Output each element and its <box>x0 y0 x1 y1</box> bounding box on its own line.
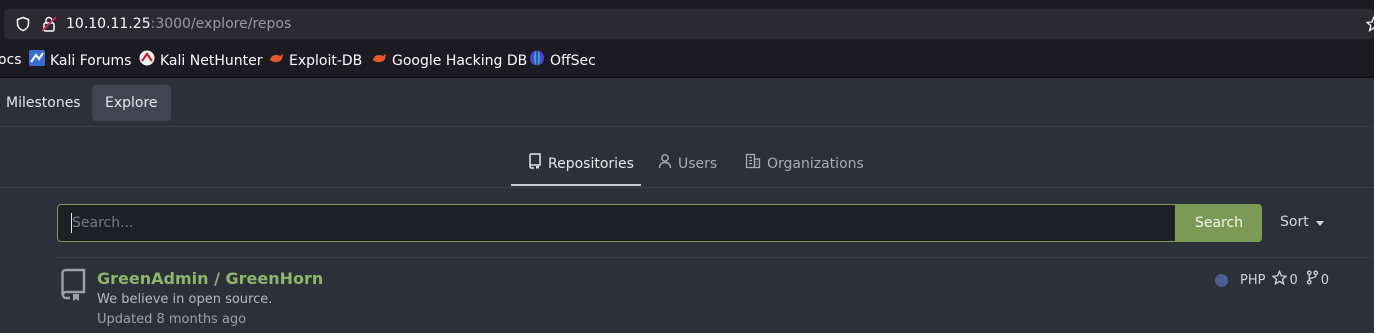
tab-users[interactable]: Users <box>658 154 717 174</box>
list-divider <box>57 257 1374 258</box>
fork-count[interactable]: 0 <box>1321 272 1329 290</box>
search-input[interactable] <box>57 204 1176 242</box>
bookmark-label: OffSec <box>550 53 596 69</box>
repo-tab-icon <box>528 153 548 175</box>
bookmark-label: Google Hacking DB <box>392 53 528 69</box>
bookmark-exploit-db[interactable]: Exploit-DB <box>268 50 362 72</box>
bookmark-kali-nethunter[interactable]: Kali NetHunter <box>139 50 262 72</box>
top-navbar: Milestones Explore <box>0 78 1374 127</box>
bookmark-label: ocs <box>0 52 22 68</box>
repo-language: PHP <box>1240 272 1266 288</box>
google-hacking-db-icon <box>371 50 392 72</box>
bookmarks-toolbar: ocs Kali Forums Kali NetHunter Exploit-D… <box>0 42 1374 78</box>
bookmark-google-hacking-db[interactable]: Google Hacking DB <box>371 50 527 72</box>
fork-icon[interactable] <box>1306 270 1319 291</box>
star-icon[interactable] <box>1365 15 1374 37</box>
offsec-icon <box>529 50 550 72</box>
repo-updated-time: Updated 8 months ago <box>97 312 247 327</box>
url-text: 10.10.11.25:3000/explore/repos <box>66 15 291 33</box>
bookmark-docs[interactable]: ocs <box>0 50 22 70</box>
active-tab-indicator <box>511 184 641 186</box>
tab-label: Users <box>678 156 718 172</box>
repo-icon <box>59 268 87 306</box>
tab-label: Organizations <box>767 156 864 172</box>
lock-icon[interactable] <box>41 15 57 37</box>
repo-title-link[interactable]: GreenAdmin / GreenHorn <box>97 269 323 289</box>
text-caret <box>71 213 72 233</box>
address-field[interactable]: 10.10.11.25:3000/explore/repos <box>4 9 1374 39</box>
repo-description: We believe in open source. <box>97 292 273 307</box>
caret-down-icon <box>1309 214 1324 230</box>
tab-organizations[interactable]: Organizations <box>745 153 864 175</box>
exploit-db-icon <box>268 50 289 72</box>
kali-nethunter-icon <box>139 50 160 72</box>
url-host: 10.10.11.25 <box>66 16 151 32</box>
tab-repositories[interactable]: Repositories <box>528 153 634 175</box>
bookmark-kali-forums[interactable]: Kali Forums <box>29 50 131 72</box>
bookmark-label: Kali Forums <box>50 53 132 69</box>
nav-milestones[interactable]: Milestones <box>6 85 81 121</box>
kali-forums-icon <box>29 50 50 72</box>
sort-label: Sort <box>1280 214 1309 230</box>
star-icon[interactable] <box>1271 269 1289 291</box>
person-icon <box>658 153 678 175</box>
repo-meta: PHP 0 0 <box>1215 269 1337 291</box>
bookmark-offsec[interactable]: OffSec <box>529 50 596 72</box>
star-count[interactable]: 0 <box>1289 272 1297 290</box>
organization-icon <box>745 153 767 175</box>
tab-label: Repositories <box>548 156 634 172</box>
search-button[interactable]: Search <box>1176 204 1262 242</box>
nav-explore[interactable]: Explore <box>92 85 171 121</box>
bookmark-label: Exploit-DB <box>289 53 363 69</box>
language-color-dot <box>1215 274 1228 287</box>
url-path: :3000/explore/repos <box>150 16 292 32</box>
browser-url-bar: 10.10.11.25:3000/explore/repos <box>0 6 1374 42</box>
shield-icon[interactable] <box>15 16 31 36</box>
sort-dropdown[interactable]: Sort <box>1280 214 1324 230</box>
explore-tabs: Repositories Users Organizations <box>0 127 1374 188</box>
bookmark-label: Kali NetHunter <box>160 53 263 69</box>
